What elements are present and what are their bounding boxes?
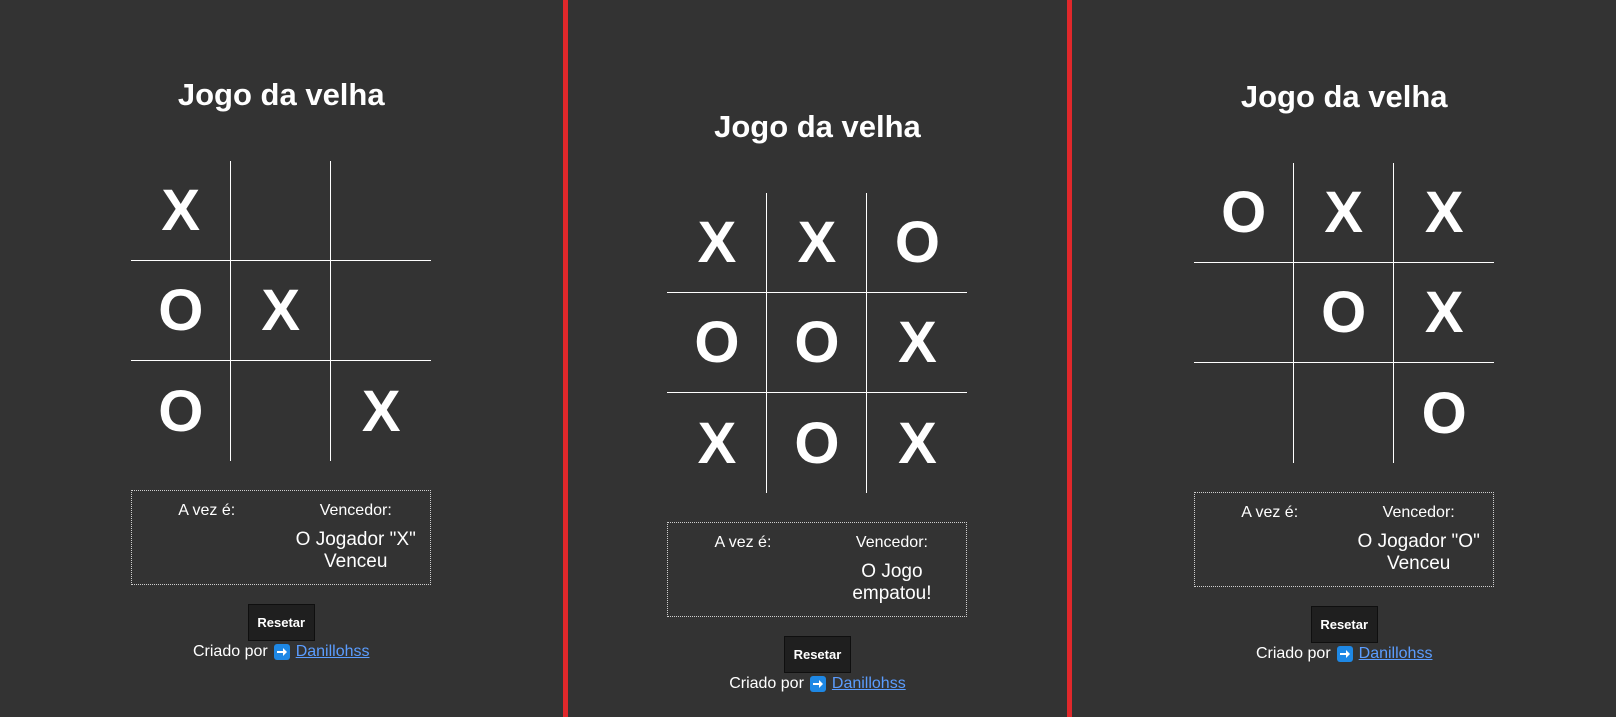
turn-label: A vez é: — [178, 502, 236, 519]
winner-label: Vencedor: — [1382, 504, 1455, 521]
board-cell-9[interactable]: X — [331, 361, 431, 461]
board-cell-5[interactable]: X — [231, 261, 332, 361]
board-cell-7[interactable]: O — [131, 361, 232, 461]
game-board: X O X O X — [131, 161, 432, 461]
winner-value: O Jogador "X" Venceu — [295, 529, 416, 572]
credit-text: Criado por — [1255, 645, 1331, 662]
credit-text: Criado por — [192, 643, 268, 660]
board-cell-5[interactable]: O — [1294, 263, 1395, 363]
author-link[interactable]: Danillohss — [296, 642, 370, 662]
game-board: O X X O X O — [1194, 163, 1495, 463]
credit-text: Criado por — [729, 675, 804, 692]
board-cell-3[interactable] — [331, 161, 432, 261]
reset-button[interactable]: Resetar — [1310, 606, 1378, 643]
board-cell-3[interactable]: O — [867, 193, 968, 293]
arrow-right-icon — [273, 644, 290, 660]
game-container: Jogo da velha O X X O X O A vez é: Vence… — [1072, 79, 1616, 664]
board-cell-2[interactable]: X — [767, 193, 868, 293]
reset-button[interactable]: Resetar — [247, 604, 315, 641]
board-cell-2[interactable] — [231, 161, 332, 261]
board-cell-4[interactable]: O — [131, 261, 232, 361]
turn-section: A vez é: — [132, 491, 281, 584]
reset-button[interactable]: Resetar — [783, 636, 851, 673]
game-panel-3: Jogo da velha O X X O X O A vez é: Vence… — [1072, 0, 1616, 717]
turn-section: A vez é: — [1195, 493, 1344, 586]
board-cell-9[interactable]: O — [1394, 363, 1494, 463]
board-cell-3[interactable]: X — [1394, 163, 1495, 263]
board-cell-5[interactable]: O — [767, 293, 868, 393]
screenshot-strip: Jogo da velha X O X O X A vez é: Vencedo… — [0, 0, 1616, 717]
board-cell-9[interactable]: X — [867, 393, 967, 493]
board-cell-6[interactable] — [331, 261, 432, 361]
game-container: Jogo da velha X O X O X A vez é: Vencedo… — [0, 77, 563, 662]
winner-label: Vencedor: — [319, 502, 392, 519]
credit-line: Criado por Danillohss — [729, 674, 906, 694]
author-link[interactable]: Danillohss — [832, 674, 906, 694]
board-cell-4[interactable]: O — [667, 293, 768, 393]
turn-label: A vez é: — [714, 534, 772, 551]
arrow-right-icon — [809, 676, 826, 692]
page-title: Jogo da velha — [1240, 79, 1448, 114]
page-title: Jogo da velha — [714, 109, 921, 144]
turn-section: A vez é: — [668, 523, 817, 616]
board-cell-8[interactable] — [1294, 363, 1395, 463]
board-cell-7[interactable] — [1194, 363, 1295, 463]
board-cell-6[interactable]: X — [867, 293, 968, 393]
winner-label: Vencedor: — [855, 534, 928, 551]
credit-line: Criado por Danillohss — [193, 642, 370, 662]
winner-value: O Jogador "O" Venceu — [1357, 531, 1480, 574]
winner-section: Vencedor: O Jogador "O" Venceu — [1344, 493, 1493, 586]
board-cell-8[interactable]: O — [767, 393, 868, 493]
author-link[interactable]: Danillohss — [1359, 644, 1433, 664]
winner-value: O Jogo empatou! — [852, 561, 932, 604]
page-title: Jogo da velha — [177, 77, 385, 112]
game-container: Jogo da velha X X O O O X X O X A vez é:… — [568, 109, 1068, 694]
winner-section: Vencedor: O Jogador "X" Venceu — [281, 491, 430, 584]
status-box: A vez é: Vencedor: O Jogador "O" Venceu — [1194, 492, 1495, 587]
board-cell-1[interactable]: X — [667, 193, 768, 293]
board-cell-1[interactable]: X — [131, 161, 232, 261]
board-cell-7[interactable]: X — [667, 393, 768, 493]
arrow-right-icon — [1336, 646, 1353, 662]
winner-section: Vencedor: O Jogo empatou! — [817, 523, 966, 616]
board-cell-1[interactable]: O — [1194, 163, 1295, 263]
turn-label: A vez é: — [1241, 504, 1299, 521]
board-cell-8[interactable] — [231, 361, 332, 461]
board-cell-2[interactable]: X — [1294, 163, 1395, 263]
status-box: A vez é: Vencedor: O Jogo empatou! — [667, 522, 968, 617]
game-panel-1: Jogo da velha X O X O X A vez é: Vencedo… — [0, 0, 563, 717]
credit-line: Criado por Danillohss — [1255, 644, 1433, 664]
game-board: X X O O O X X O X — [667, 193, 968, 493]
status-box: A vez é: Vencedor: O Jogador "X" Venceu — [131, 490, 432, 585]
board-cell-4[interactable] — [1194, 263, 1295, 363]
board-cell-6[interactable]: X — [1394, 263, 1495, 363]
game-panel-2: Jogo da velha X X O O O X X O X A vez é:… — [567, 0, 1068, 717]
